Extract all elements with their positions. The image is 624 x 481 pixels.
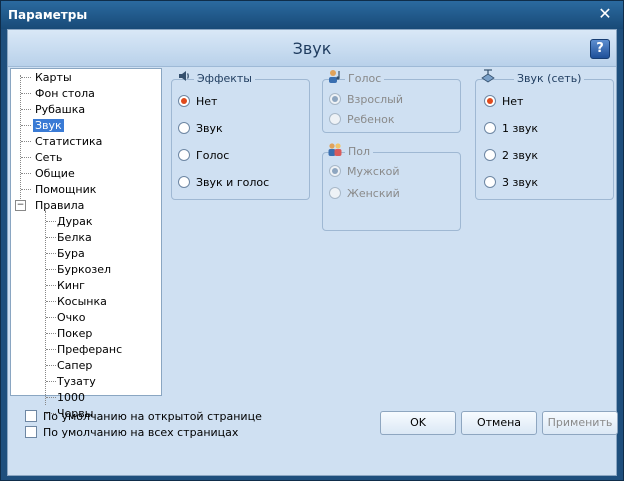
collapse-toggle-icon[interactable]: − — [15, 200, 26, 211]
tree-line — [45, 211, 46, 405]
tree-line — [20, 75, 21, 205]
effects-group: Эффекты Нет Звук Голос Звук и голос — [171, 71, 310, 200]
tree-item-rule[interactable]: Белка — [55, 230, 94, 245]
radio-button[interactable] — [178, 122, 190, 134]
tree-item-rule[interactable]: Очко — [55, 310, 88, 325]
tree-item-table-background[interactable]: Фон стола — [33, 86, 97, 101]
page-title: Звук — [292, 39, 332, 58]
radio-button[interactable] — [484, 122, 496, 134]
settings-tree: Карты Фон стола Рубашка Звук Статистика … — [10, 68, 162, 420]
radio-button[interactable] — [484, 149, 496, 161]
tree-line — [21, 93, 31, 94]
network-sound-group: Звук (сеть) Нет 1 звук 2 звук 3 звук — [475, 69, 614, 200]
tree-item-statistics[interactable]: Статистика — [33, 134, 104, 149]
page-header: Звук ? — [8, 30, 616, 67]
voice-group-title: Голос — [345, 72, 385, 85]
gender-group-title: Пол — [345, 145, 374, 158]
radio-button[interactable] — [484, 176, 496, 188]
network-sound-icon — [481, 69, 495, 83]
gender-icon — [328, 143, 342, 156]
cancel-button[interactable]: Отмена — [461, 411, 537, 435]
tree-item-rule[interactable]: Бура — [55, 246, 87, 261]
tree-item-rule[interactable]: Сапер — [55, 358, 94, 373]
tree-item-rule[interactable]: Тузату — [55, 374, 98, 389]
voice-group: Голос Взрослый Ребенок — [322, 70, 461, 133]
dialog-footer: По умолчанию на открытой странице По умо… — [8, 398, 618, 475]
tree-item-general[interactable]: Общие — [33, 166, 77, 181]
tree-item-rule[interactable]: Преферанс — [55, 342, 124, 357]
tree-item-rule[interactable]: Буркозел — [55, 262, 113, 277]
apply-button[interactable]: Применить — [542, 411, 618, 435]
tree-item-assistant[interactable]: Помощник — [33, 182, 98, 197]
tree-line — [21, 173, 31, 174]
tree-line — [21, 109, 31, 110]
tree-item-rule[interactable]: Покер — [55, 326, 94, 341]
voice-icon — [329, 70, 340, 83]
ok-button[interactable]: OK — [380, 411, 456, 435]
help-icon[interactable]: ? — [590, 39, 610, 59]
effects-group-title: Эффекты — [194, 72, 255, 85]
tree-item-rule[interactable]: Косынка — [55, 294, 109, 309]
tree-item-rules[interactable]: Правила — [33, 198, 86, 213]
tree-line — [21, 77, 31, 78]
sound-settings-panel: Эффекты Нет Звук Голос Звук и голос Голо… — [163, 68, 616, 394]
radio-button[interactable] — [484, 95, 496, 107]
tree-item-rule[interactable]: Кинг — [55, 278, 87, 293]
settings-window: Параметры ✕ Звук ? Карты Фон стола Рубаш… — [0, 0, 624, 481]
tree-line — [21, 189, 31, 190]
tree-item-card-back[interactable]: Рубашка — [33, 102, 87, 117]
window-title: Параметры — [8, 8, 88, 22]
radio-button[interactable] — [178, 149, 190, 161]
network-sound-group-title: Звук (сеть) — [514, 72, 585, 85]
radio-button[interactable] — [178, 95, 190, 107]
tree-line — [21, 141, 31, 142]
close-icon[interactable]: ✕ — [596, 5, 614, 23]
tree-line — [21, 157, 31, 158]
tree-item-network[interactable]: Сеть — [33, 150, 64, 165]
speaker-icon — [179, 71, 189, 81]
radio-button[interactable] — [329, 187, 341, 199]
radio-button[interactable] — [329, 93, 341, 105]
radio-button[interactable] — [178, 176, 190, 188]
checkbox[interactable] — [25, 426, 37, 438]
titlebar: Параметры ✕ — [1, 1, 623, 29]
tree-item-sound[interactable]: Звук — [33, 118, 64, 133]
radio-button[interactable] — [329, 165, 341, 177]
tree-item-rule[interactable]: Дурак — [55, 214, 94, 229]
checkbox[interactable] — [25, 410, 37, 422]
tree-item-cards[interactable]: Карты — [33, 70, 74, 85]
dialog-body: Звук ? Карты Фон стола Рубашка Звук Стат… — [7, 29, 618, 476]
radio-button[interactable] — [329, 113, 341, 125]
gender-group: Пол Мужской Женский — [322, 143, 461, 231]
tree-line — [21, 125, 31, 126]
